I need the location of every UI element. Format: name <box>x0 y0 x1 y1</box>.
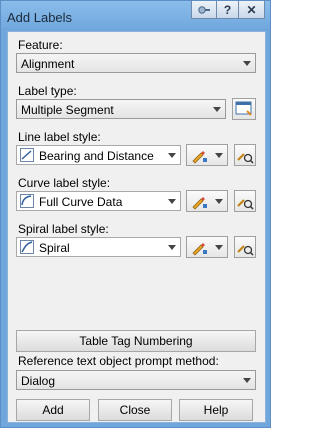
label-type-value: Multiple Segment <box>21 103 114 117</box>
line-style-icon <box>20 148 34 162</box>
curve-style-label: Curve label style: <box>18 176 111 190</box>
curve-style-edit-button[interactable] <box>186 190 228 212</box>
chevron-down-icon <box>213 107 221 112</box>
pencil-style-edit-icon <box>192 243 207 256</box>
spiral-style-label: Spiral label style: <box>18 222 109 236</box>
spiral-style-dropdown[interactable]: Spiral <box>16 237 181 257</box>
line-style-browse-button[interactable] <box>234 144 256 166</box>
help-button[interactable]: Help <box>179 399 253 421</box>
spiral-style-edit-button[interactable] <box>186 236 228 258</box>
magnify-style-browse-icon <box>237 245 254 256</box>
help-title-button[interactable]: ? <box>216 1 238 19</box>
pencil-style-edit-icon <box>192 151 207 164</box>
label-type-label: Label type: <box>18 84 77 98</box>
magnify-style-browse-icon <box>237 153 254 164</box>
browse-window-icon <box>235 101 252 116</box>
chevron-down-icon <box>243 378 251 383</box>
pin-icon <box>198 5 210 14</box>
curve-style-browse-button[interactable] <box>234 190 256 212</box>
chevron-down-icon <box>168 153 176 158</box>
line-style-label: Line label style: <box>18 130 101 144</box>
dialog-body: Feature: Alignment Label type: Multiple … <box>7 31 266 423</box>
chevron-down-icon <box>168 245 176 250</box>
curve-style-value: Full Curve Data <box>39 195 123 209</box>
title-bar-buttons: ? ✕ <box>191 1 265 19</box>
add-button[interactable]: Add <box>16 399 90 421</box>
chevron-down-icon <box>215 245 223 250</box>
line-style-dropdown[interactable]: Bearing and Distance <box>16 145 181 165</box>
spiral-style-value: Spiral <box>39 241 70 255</box>
spiral-style-icon <box>20 240 34 254</box>
curve-style-icon <box>20 194 34 208</box>
feature-dropdown[interactable]: Alignment <box>16 53 256 73</box>
pin-button[interactable] <box>191 1 216 19</box>
chevron-down-icon <box>243 61 251 66</box>
close-title-button[interactable]: ✕ <box>238 1 265 19</box>
feature-value: Alignment <box>21 57 75 71</box>
window-title: Add Labels <box>7 10 73 25</box>
close-button[interactable]: Close <box>98 399 172 421</box>
reference-method-label: Reference text object prompt method: <box>18 354 219 368</box>
pencil-style-edit-icon <box>192 197 207 210</box>
curve-style-dropdown[interactable]: Full Curve Data <box>16 191 181 211</box>
reference-method-dropdown[interactable]: Dialog <box>16 370 256 390</box>
chevron-down-icon <box>215 199 223 204</box>
line-style-edit-button[interactable] <box>186 144 228 166</box>
magnify-style-browse-icon <box>237 199 254 210</box>
chevron-down-icon <box>215 153 223 158</box>
feature-label: Feature: <box>18 38 63 52</box>
table-tag-numbering-button[interactable]: Table Tag Numbering <box>16 330 256 352</box>
title-bar[interactable]: Add Labels ? ✕ <box>1 1 270 31</box>
line-style-value: Bearing and Distance <box>39 149 154 163</box>
label-type-dropdown[interactable]: Multiple Segment <box>16 99 226 119</box>
chevron-down-icon <box>168 199 176 204</box>
label-type-browse-button[interactable] <box>232 98 256 120</box>
add-labels-window: Add Labels ? ✕ Feature: Alignment Label … <box>0 0 271 428</box>
spiral-style-browse-button[interactable] <box>234 236 256 258</box>
reference-method-value: Dialog <box>21 374 56 388</box>
